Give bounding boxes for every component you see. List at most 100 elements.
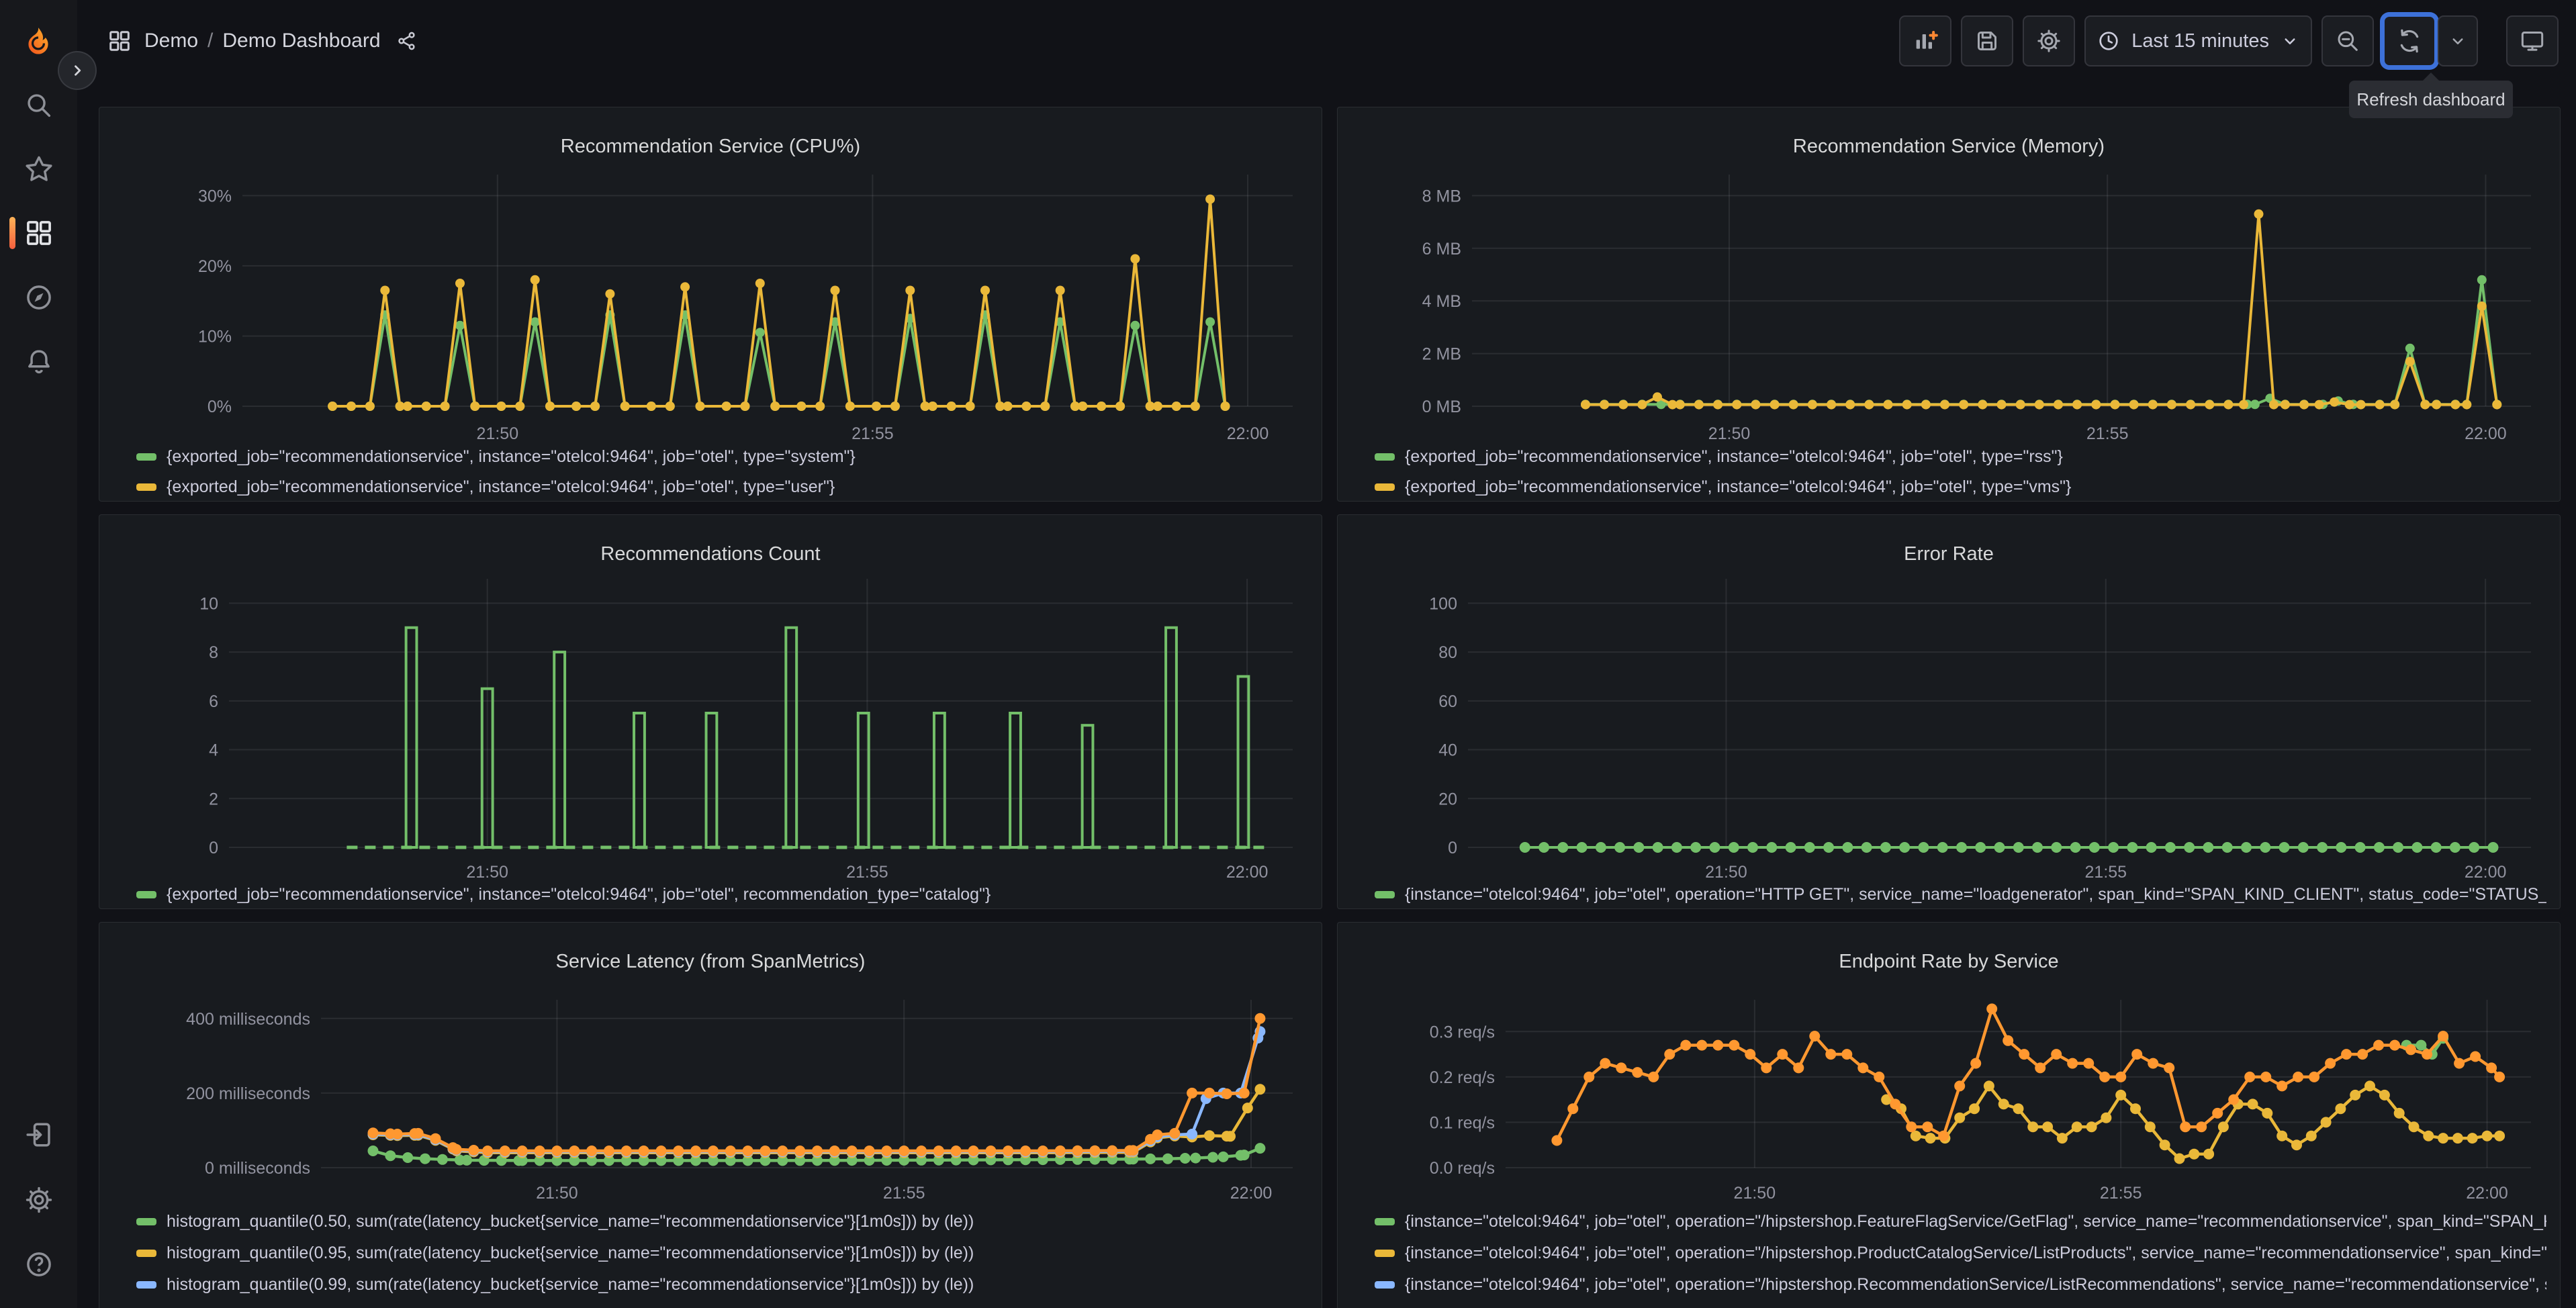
- time-range-label: Last 15 minutes: [2131, 30, 2269, 52]
- svg-text:0.3 req/s: 0.3 req/s: [1430, 1023, 1495, 1041]
- legend-swatch-blue: [1375, 1281, 1395, 1289]
- dashboard-settings-button[interactable]: [2023, 15, 2076, 66]
- panel-legend: {exported_job="recommendationservice", i…: [136, 880, 1308, 908]
- legend-label: {exported_job="recommendationservice", i…: [167, 477, 835, 496]
- svg-text:4 MB: 4 MB: [1422, 292, 1461, 311]
- bell-icon: [28, 350, 50, 374]
- svg-text:22:00: 22:00: [1226, 863, 1269, 882]
- legend-item[interactable]: {instance="otelcol:9464", job="otel", op…: [1375, 1206, 2546, 1237]
- svg-text:0.0 req/s: 0.0 req/s: [1430, 1159, 1495, 1178]
- dashboard-toolbar: Last 15 minutes: [1899, 15, 2559, 66]
- search-icon: [27, 94, 50, 118]
- legend-item[interactable]: {exported_job="recommendationservice", i…: [136, 442, 1308, 472]
- legend-label: {instance="otelcol:9464", job="otel", op…: [1405, 1244, 2546, 1262]
- recommendations-count-chart[interactable]: 0 2 4 6 8 10 21:50 21:55 22:00: [99, 515, 1322, 909]
- svg-text:6 MB: 6 MB: [1422, 240, 1461, 259]
- legend-item[interactable]: {exported_job="recommendationservice", i…: [1375, 472, 2546, 501]
- legend-item[interactable]: {exported_job="recommendationservice", i…: [1375, 442, 2546, 472]
- clock-icon: [2099, 32, 2118, 50]
- panel-service-latency: Service Latency (from SpanMetrics) 0 mill…: [99, 922, 1322, 1308]
- legend-swatch-green: [136, 453, 156, 461]
- time-range-picker[interactable]: Last 15 minutes: [2084, 15, 2312, 66]
- svg-text:400 milliseconds: 400 milliseconds: [186, 1010, 310, 1029]
- expand-sidebar-button[interactable]: [58, 51, 97, 90]
- sidebar-item-help[interactable]: [0, 1240, 77, 1289]
- sidebar-item-explore[interactable]: [0, 273, 77, 322]
- add-panel-button[interactable]: [1899, 15, 1952, 66]
- svg-text:4: 4: [209, 741, 218, 760]
- legend-item[interactable]: {exported_job="recommendationservice", i…: [136, 880, 1308, 908]
- panel-legend: {instance="otelcol:9464", job="otel", op…: [1375, 880, 2546, 908]
- svg-text:21:55: 21:55: [852, 424, 894, 443]
- refresh-icon: [2400, 29, 2419, 53]
- breadcrumb-current[interactable]: Demo Dashboard: [222, 30, 380, 52]
- svg-text:21:50: 21:50: [477, 424, 519, 443]
- legend-label: {exported_job="recommendationservice", i…: [1405, 477, 2072, 496]
- svg-text:80: 80: [1438, 643, 1457, 662]
- sidebar-item-settings[interactable]: [0, 1175, 77, 1225]
- breadcrumb-root[interactable]: Demo: [144, 30, 198, 52]
- svg-text:21:50: 21:50: [466, 863, 508, 882]
- chevron-down-icon: [2285, 38, 2295, 44]
- legend-item[interactable]: {instance="otelcol:9464", job="otel", op…: [1375, 1237, 2546, 1269]
- legend-swatch-green: [1375, 453, 1395, 461]
- save-dashboard-button[interactable]: [1961, 15, 2014, 66]
- refresh-interval-button[interactable]: [2438, 15, 2478, 66]
- legend-label: {instance="otelcol:9464", job="otel", op…: [1405, 1212, 2546, 1231]
- svg-text:21:55: 21:55: [2100, 1184, 2142, 1203]
- legend-label: histogram_quantile(0.95, sum(rate(latenc…: [167, 1244, 974, 1262]
- svg-text:22:00: 22:00: [2465, 863, 2507, 882]
- cycle-view-mode-button[interactable]: [2506, 15, 2559, 66]
- refresh-tooltip: Refresh dashboard: [2349, 73, 2513, 118]
- sidebar-item-dashboards[interactable]: [0, 208, 77, 258]
- grafana-logo[interactable]: [23, 26, 54, 56]
- svg-text:10: 10: [199, 594, 218, 613]
- svg-text:0 MB: 0 MB: [1422, 398, 1461, 416]
- header: Demo / Demo Dashboard Last 15 minutes: [77, 0, 2576, 82]
- dashboards-breadcrumb-icon: [109, 31, 130, 51]
- svg-text:200 milliseconds: 200 milliseconds: [186, 1084, 310, 1103]
- error-rate-chart[interactable]: 0 20 40 60 80 100 21:50 21:55 22:00: [1338, 515, 2561, 909]
- refresh-dashboard-button[interactable]: [2383, 15, 2436, 66]
- svg-text:0 milliseconds: 0 milliseconds: [205, 1159, 310, 1178]
- sidebar-item-sign-in[interactable]: [0, 1110, 77, 1160]
- panel-recommendation-service-memory: Recommendation Service (Memory) 0 MB 2 MB 4…: [1337, 107, 2561, 502]
- save-icon: [1978, 32, 1997, 50]
- svg-text:22:00: 22:00: [1227, 424, 1269, 443]
- legend-swatch-green: [136, 891, 156, 898]
- legend-swatch-yellow: [1375, 1250, 1395, 1257]
- legend-label: histogram_quantile(0.99, sum(rate(latenc…: [167, 1275, 974, 1294]
- svg-text:0: 0: [209, 839, 218, 857]
- legend-item[interactable]: {instance="otelcol:9464", job="otel", op…: [1375, 1269, 2546, 1301]
- legend-item[interactable]: histogram_quantile(0.99, sum(rate(latenc…: [136, 1269, 1308, 1301]
- legend-swatch-green: [136, 1218, 156, 1225]
- refresh-tooltip-text: Refresh dashboard: [2356, 89, 2505, 109]
- dashboard-grid: Recommendation Service (CPU%) 0% 10% 20% 30%…: [77, 82, 2576, 1308]
- svg-text:21:55: 21:55: [846, 863, 888, 882]
- legend-item[interactable]: histogram_quantile(0.50, sum(rate(latenc…: [136, 1206, 1308, 1237]
- legend-item[interactable]: {instance="otelcol:9464", job="otel", op…: [1375, 1301, 2546, 1308]
- panel-recommendations-count: Recommendations Count 0 2 4 6 8 10 21:50 21:55 22…: [99, 514, 1322, 909]
- legend-swatch-yellow: [136, 483, 156, 491]
- legend-item[interactable]: histogram_quantile(0.95, sum(rate(latenc…: [136, 1237, 1308, 1269]
- sidebar-item-search[interactable]: [0, 81, 77, 130]
- share-icon[interactable]: [396, 30, 418, 52]
- legend-label: {instance="otelcol:9464", job="otel", op…: [1405, 1275, 2546, 1294]
- legend-item[interactable]: {instance="otelcol:9464", job="otel", op…: [1375, 880, 2546, 908]
- panel-recommendation-service-cpu: Recommendation Service (CPU%) 0% 10% 20% 30%…: [99, 107, 1322, 502]
- monitor-icon: [2521, 32, 2544, 51]
- legend-swatch-yellow: [136, 1250, 156, 1257]
- legend-item[interactable]: {exported_job="recommendationservice", i…: [136, 472, 1308, 501]
- sidebar-item-alerting[interactable]: [0, 338, 77, 387]
- sidebar-item-starred[interactable]: [0, 144, 77, 194]
- legend-label: {instance="otelcol:9464", job="otel", op…: [1405, 885, 2546, 904]
- legend-swatch-green: [1375, 1218, 1395, 1225]
- svg-text:10%: 10%: [198, 327, 232, 346]
- nav-sidebar: [0, 0, 77, 1308]
- compass-icon: [26, 285, 51, 310]
- svg-text:60: 60: [1438, 692, 1457, 711]
- svg-text:22:00: 22:00: [2466, 1184, 2508, 1203]
- legend-swatch-blue: [136, 1281, 156, 1289]
- legend-item[interactable]: histogram_quantile(0.999, sum(rate(laten…: [136, 1301, 1308, 1308]
- zoom-out-button[interactable]: [2321, 15, 2374, 66]
